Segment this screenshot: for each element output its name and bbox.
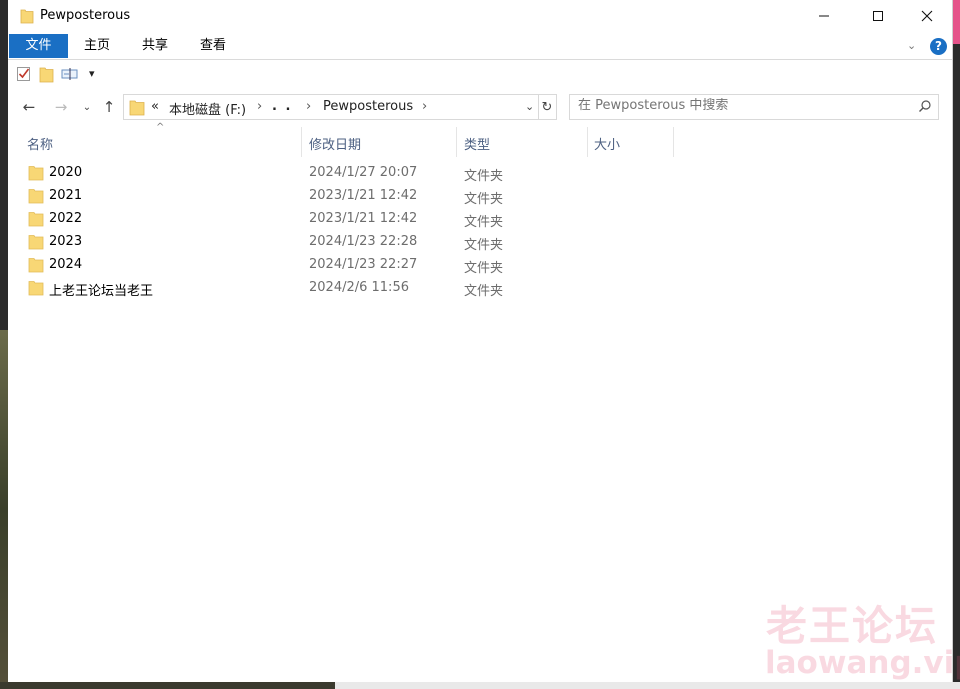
arrow-right-icon: → [54,98,68,116]
title-bar[interactable]: Pewposterous [8,0,952,32]
breadcrumb-drive[interactable]: 本地磁盘 (F:) [169,99,246,118]
file-date: 2024/1/23 22:28 [309,234,418,249]
maximize-button[interactable] [855,0,901,32]
navigation-bar: ← → ⌄ ↑ « 本地磁盘 (F:) › . . › Pewposterous… [8,93,952,121]
tab-home[interactable]: 主页 [74,34,120,58]
breadcrumb-current[interactable]: Pewposterous [323,99,413,114]
ribbon-tabs: 文件 主页 共享 查看 ⌄ ? [8,33,952,60]
file-row[interactable]: 2021 2023/1/21 12:42 文件夹 [22,185,682,207]
file-type: 文件夹 [464,284,504,299]
watermark-url: laowang.vip [765,645,960,681]
folder-icon [28,211,44,231]
address-bar[interactable]: « 本地磁盘 (F:) › . . › Pewposterous › ⌄ [123,94,539,120]
file-type: 文件夹 [464,169,504,184]
arrow-up-icon: ↑ [102,98,116,116]
column-header-name[interactable]: 名称 [27,134,53,153]
breadcrumb-ellipsis[interactable]: . . [272,99,292,114]
file-date: 2024/1/23 22:27 [309,257,418,272]
close-icon [921,10,933,22]
search-input[interactable] [578,98,908,113]
file-date: 2024/2/6 11:56 [309,280,409,295]
watermark-text: 老王论坛 [766,602,938,650]
folder-icon [129,99,145,120]
file-name[interactable]: 2023 [49,234,82,249]
chevron-down-icon[interactable]: ⌄ [907,39,916,52]
file-row[interactable]: 2020 2024/1/27 20:07 文件夹 [22,162,682,184]
desktop-background-bottom-right [335,682,960,689]
breadcrumb-separator[interactable]: › [422,99,427,114]
tab-view[interactable]: 查看 [190,34,236,58]
help-icon[interactable]: ? [930,38,947,55]
file-date: 2023/1/21 12:42 [309,188,418,203]
rename-icon[interactable] [61,66,79,86]
breadcrumb-separator[interactable]: › [257,99,262,114]
file-row[interactable]: 2024 2024/1/23 22:27 文件夹 [22,254,682,276]
desktop-background-bottom [0,682,335,689]
file-name[interactable]: 2020 [49,165,82,180]
file-type: 文件夹 [464,215,504,230]
folder-icon [28,165,44,185]
back-button[interactable]: ← [18,96,40,118]
column-header-size[interactable]: 大小 [594,134,620,153]
chevron-down-icon[interactable]: ⌄ [525,100,534,113]
chevron-down-icon: ⌄ [82,101,92,113]
desktop-background-right [952,0,960,44]
column-divider[interactable] [587,127,588,157]
folder-icon [28,280,44,300]
file-row[interactable]: 2023 2024/1/23 22:28 文件夹 [22,231,682,253]
search-box[interactable] [569,94,939,120]
folder-icon [28,234,44,254]
column-divider[interactable] [673,127,674,157]
file-date: 2024/1/27 20:07 [309,165,418,180]
new-folder-icon[interactable] [39,66,54,87]
column-headers: ^ 名称 修改日期 类型 大小 [8,122,952,159]
desktop-background-left [0,330,8,689]
breadcrumb-separator[interactable]: › [306,99,311,114]
quick-access-toolbar: ▾ [8,62,952,88]
column-header-date[interactable]: 修改日期 [309,134,361,153]
file-name[interactable]: 2024 [49,257,82,272]
minimize-icon [819,15,829,17]
properties-icon[interactable] [16,66,32,86]
maximize-icon [873,11,883,21]
search-icon[interactable] [918,99,932,117]
up-button[interactable]: ↑ [98,96,120,118]
minimize-button[interactable] [801,0,847,32]
file-name[interactable]: 2022 [49,211,82,226]
refresh-button[interactable]: ↻ [538,94,557,120]
file-date: 2023/1/21 12:42 [309,211,418,226]
file-name[interactable]: 上老王论坛当老王 [49,280,153,299]
column-divider[interactable] [301,127,302,157]
breadcrumb-overflow[interactable]: « [151,99,159,114]
column-header-type[interactable]: 类型 [464,134,490,153]
sort-ascending-icon: ^ [156,122,165,133]
forward-button[interactable]: → [50,96,72,118]
file-type: 文件夹 [464,238,504,253]
file-type: 文件夹 [464,261,504,276]
tab-file[interactable]: 文件 [9,34,68,58]
file-name[interactable]: 2021 [49,188,82,203]
recent-locations-button[interactable]: ⌄ [76,96,98,118]
folder-icon [28,188,44,208]
file-explorer-window: Pewposterous 文件 主页 共享 查看 ⌄ ? ▾ ← → ⌄ ↑ «… [8,0,960,682]
arrow-left-icon: ← [22,98,36,116]
column-divider[interactable] [456,127,457,157]
refresh-icon: ↻ [541,99,553,115]
file-row[interactable]: 2022 2023/1/21 12:42 文件夹 [22,208,682,230]
folder-icon [20,8,34,28]
folder-icon [28,257,44,277]
tab-share[interactable]: 共享 [132,34,178,58]
file-row[interactable]: 上老王论坛当老王 2024/2/6 11:56 文件夹 [22,277,682,299]
file-type: 文件夹 [464,192,504,207]
window-title: Pewposterous [40,8,131,23]
close-button[interactable] [904,0,950,32]
customize-toolbar-icon[interactable]: ▾ [89,67,95,80]
